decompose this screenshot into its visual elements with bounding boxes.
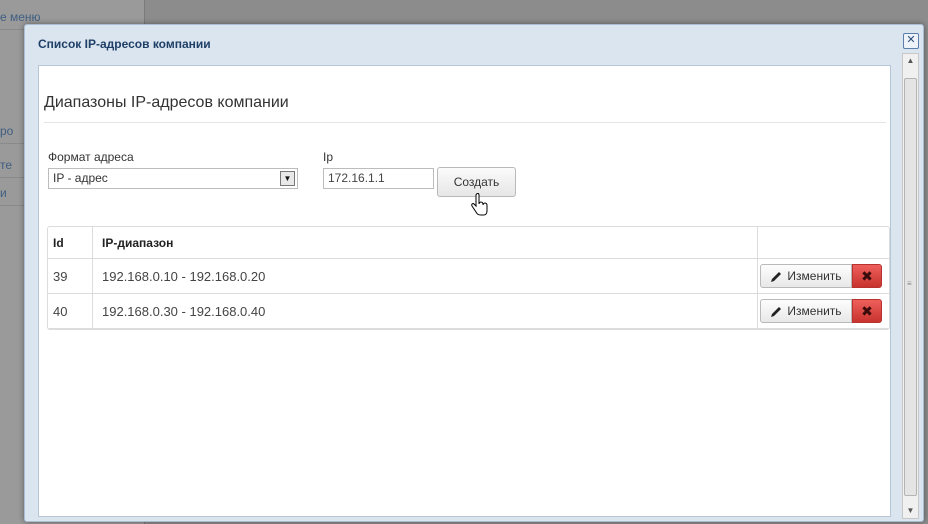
table-row: 40 192.168.0.30 - 192.168.0.40 Изменить …: [48, 294, 889, 329]
grip-icon: ≡: [907, 279, 912, 288]
table-row: 39 192.168.0.10 - 192.168.0.20 Изменить …: [48, 259, 889, 294]
row-id: 39: [48, 259, 93, 293]
edit-button-label: Изменить: [787, 304, 842, 318]
hand-cursor-icon: [471, 193, 488, 216]
ip-label: Ip: [323, 150, 334, 164]
table-header-row: Id IP-диапазон: [48, 227, 889, 259]
divider: [44, 122, 886, 123]
delete-button[interactable]: ✖: [852, 299, 882, 323]
chevron-down-icon[interactable]: ▼: [280, 171, 295, 186]
edit-button[interactable]: Изменить: [760, 264, 852, 288]
format-select[interactable]: IP - адрес ▼: [48, 168, 298, 189]
header-id: Id: [48, 227, 93, 258]
row-range: 192.168.0.30 - 192.168.0.40: [93, 294, 758, 328]
scroll-down-icon[interactable]: ▼: [903, 504, 918, 518]
pencil-icon: [771, 271, 782, 282]
delete-button[interactable]: ✖: [852, 264, 882, 288]
dialog-title: Список IP-адресов компании: [38, 37, 211, 51]
scrollbar[interactable]: ▲ ≡ ▼: [902, 53, 919, 519]
scroll-up-icon[interactable]: ▲: [903, 54, 918, 68]
format-label: Формат адреса: [48, 150, 134, 164]
header-actions: [758, 227, 889, 258]
delete-icon: ✖: [861, 268, 873, 284]
delete-icon: ✖: [861, 303, 873, 319]
edit-button[interactable]: Изменить: [760, 299, 852, 323]
format-select-value: IP - адрес: [53, 171, 108, 185]
row-range: 192.168.0.10 - 192.168.0.20: [93, 259, 758, 293]
edit-button-label: Изменить: [787, 269, 842, 283]
header-range: IP-диапазон: [93, 227, 758, 258]
dialog-content: Диапазоны IP-адресов компании Формат адр…: [38, 65, 891, 517]
row-id: 40: [48, 294, 93, 328]
ip-input[interactable]: 172.16.1.1: [323, 168, 434, 189]
section-title: Диапазоны IP-адресов компании: [44, 94, 289, 111]
pencil-icon: [771, 306, 782, 317]
ip-list-dialog: Список IP-адресов компании ✕ Диапазоны I…: [24, 24, 924, 522]
close-icon[interactable]: ✕: [903, 33, 919, 49]
ip-ranges-table: Id IP-диапазон 39 192.168.0.10 - 192.168…: [47, 226, 890, 330]
scroll-thumb[interactable]: ≡: [904, 78, 917, 496]
